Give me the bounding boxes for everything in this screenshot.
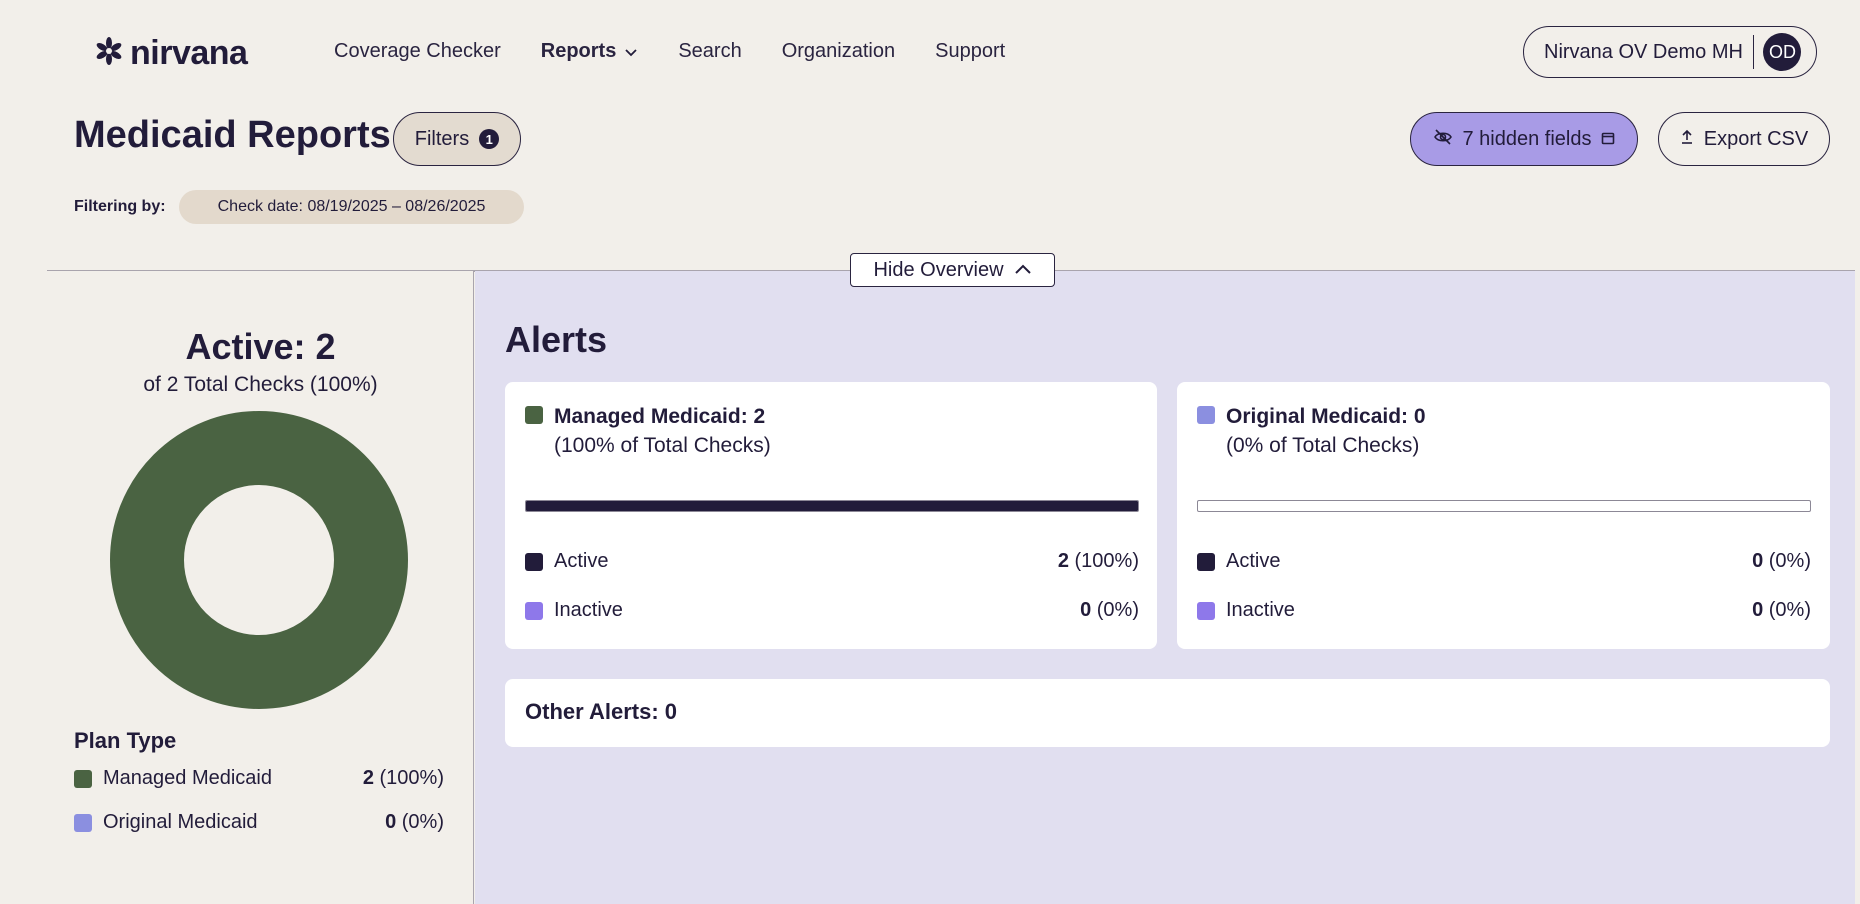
stat-label: Active (554, 550, 609, 572)
plan-type-donut-chart (110, 411, 408, 709)
calendar-icon (1601, 128, 1615, 151)
chevron-up-icon (1014, 259, 1032, 282)
donut-slice-managed-medicaid (110, 411, 408, 709)
other-alerts-card[interactable]: Other Alerts: 0 (505, 679, 1830, 747)
progress-bar (525, 500, 1139, 512)
legend-row-original-medicaid: Original Medicaid 0 (0%) (74, 811, 444, 834)
filters-count-badge: 1 (479, 129, 500, 149)
logo-text: nirvana (130, 34, 248, 72)
stat-count: 2 (1057, 550, 1069, 572)
user-menu-button[interactable]: Nirvana OV Demo MH OD (1523, 26, 1817, 78)
nirvana-logo-icon (94, 36, 124, 71)
stat-row-active: Active 2 (100%) (525, 550, 1139, 573)
card-subtitle: (100% of Total Checks) (554, 434, 771, 457)
legend-value: 0 (0%) (385, 811, 444, 834)
stat-pct: (0%) (1768, 599, 1811, 621)
plan-type-panel: Active: 2 of 2 Total Checks (100%) Plan … (47, 271, 474, 904)
legend-pct: (0%) (401, 811, 444, 833)
app-frame: nirvana Coverage Checker Reports Search … (47, 10, 1855, 904)
card-swatch (1197, 406, 1215, 424)
stat-pct: (0%) (1096, 599, 1139, 621)
stat-label: Active (1226, 550, 1281, 572)
stat-value: 0 (0%) (1080, 599, 1139, 622)
stat-pct: (100%) (1074, 550, 1139, 572)
hidden-fields-button[interactable]: 7 hidden fields (1410, 112, 1638, 166)
hide-overview-label: Hide Overview (873, 258, 1004, 281)
legend-pct: (100%) (379, 767, 444, 789)
card-header: Managed Medicaid: 2 (100% of Total Check… (525, 402, 771, 460)
card-header: Original Medicaid: 0 (0% of Total Checks… (1197, 402, 1426, 460)
upload-icon (1680, 128, 1694, 151)
card-title: Managed Medicaid: 2 (554, 405, 766, 428)
filters-label: Filters (414, 127, 470, 150)
stat-row-inactive: Inactive 0 (0%) (1197, 599, 1811, 622)
alerts-panel: Alerts Managed Medicaid: 2 (100% of Tota… (475, 271, 1855, 904)
hidden-fields-label: 7 hidden fields (1462, 127, 1592, 150)
nav-support[interactable]: Support (935, 40, 1005, 63)
hide-overview-button[interactable]: Hide Overview (850, 253, 1055, 287)
stat-row-inactive: Inactive 0 (0%) (525, 599, 1139, 622)
stat-value: 0 (0%) (1752, 550, 1811, 573)
stat-count: 0 (1752, 550, 1764, 572)
filter-chip-check-date[interactable]: Check date: 08/19/2025 – 08/26/2025 (179, 190, 524, 224)
filters-button[interactable]: Filters 1 (393, 112, 521, 166)
nav-reports[interactable]: Reports (541, 40, 639, 63)
other-alerts-label: Other Alerts: 0 (525, 699, 678, 724)
nav-coverage-checker[interactable]: Coverage Checker (334, 40, 501, 63)
nav-organization[interactable]: Organization (782, 40, 895, 63)
stat-swatch (525, 552, 543, 571)
eye-off-icon (1433, 128, 1453, 151)
chevron-down-icon (624, 40, 638, 63)
active-count-title: Active: 2 (185, 326, 336, 367)
legend-count: 0 (385, 811, 397, 833)
stat-value: 0 (0%) (1752, 599, 1811, 622)
top-nav: nirvana Coverage Checker Reports Search … (47, 10, 1855, 90)
legend-count: 2 (362, 767, 374, 789)
legend-row-managed-medicaid: Managed Medicaid 2 (100%) (74, 767, 444, 790)
stat-pct: (0%) (1768, 550, 1811, 572)
logo[interactable]: nirvana (94, 34, 248, 73)
card-title: Original Medicaid: 0 (1226, 405, 1426, 428)
stat-swatch (525, 601, 543, 620)
avatar: OD (1763, 33, 1802, 71)
legend-label: Managed Medicaid (103, 767, 272, 789)
stat-swatch (1197, 552, 1215, 571)
stat-label: Inactive (1226, 599, 1295, 621)
active-count-subtitle: of 2 Total Checks (100%) (143, 373, 378, 396)
alerts-title: Alerts (505, 319, 608, 360)
export-csv-button[interactable]: Export CSV (1658, 112, 1830, 166)
card-swatch (525, 406, 543, 424)
export-csv-label: Export CSV (1703, 127, 1809, 150)
nav-search[interactable]: Search (678, 40, 741, 63)
legend-swatch (74, 769, 92, 788)
alert-card-original-medicaid: Original Medicaid: 0 (0% of Total Checks… (1177, 382, 1830, 649)
nav-links: Coverage Checker Reports Search Organiza… (334, 40, 1005, 63)
user-name: Nirvana OV Demo MH (1544, 40, 1743, 63)
stat-swatch (1197, 601, 1215, 620)
legend-swatch (74, 813, 92, 832)
stat-label: Inactive (554, 599, 623, 621)
progress-bar (1197, 500, 1811, 512)
user-separator (1752, 35, 1755, 69)
legend-value: 2 (100%) (363, 767, 444, 790)
page-title: Medicaid Reports (74, 114, 391, 156)
stat-row-active: Active 0 (0%) (1197, 550, 1811, 573)
nav-reports-label: Reports (540, 40, 617, 62)
alert-card-managed-medicaid: Managed Medicaid: 2 (100% of Total Check… (505, 382, 1157, 649)
stat-count: 0 (1080, 599, 1092, 621)
plan-type-title: Plan Type (74, 728, 177, 753)
stat-value: 2 (100%) (1058, 550, 1139, 573)
progress-fill (526, 501, 1138, 511)
legend-label: Original Medicaid (103, 811, 258, 833)
card-subtitle: (0% of Total Checks) (1226, 434, 1420, 457)
filtering-by-label: Filtering by: (74, 198, 166, 215)
stat-count: 0 (1752, 599, 1764, 621)
